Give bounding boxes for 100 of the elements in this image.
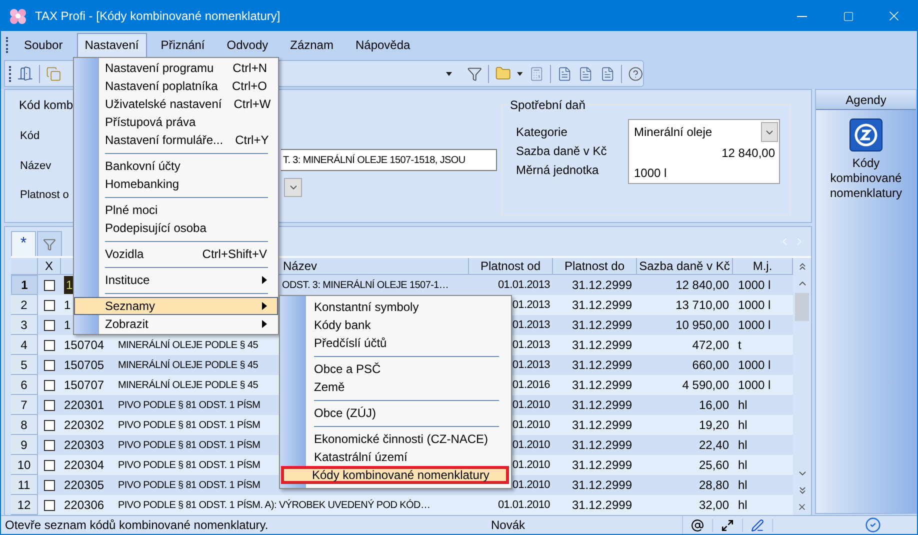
exit-icon[interactable] (17, 65, 34, 82)
submenu-arrow-icon (262, 302, 267, 310)
group-title: Kód komb (19, 97, 74, 114)
help-icon[interactable] (628, 66, 644, 82)
document-icon[interactable] (600, 66, 615, 82)
table-cell-text: 12 840,00 (676, 277, 729, 294)
field-label: Kód (20, 129, 40, 144)
menu-item[interactable]: Podepisující osoba (74, 219, 278, 237)
scrollbar-thumb[interactable] (795, 293, 809, 321)
row-number[interactable]: 8 (11, 415, 38, 435)
document-icon[interactable] (578, 66, 594, 82)
menu-item[interactable]: Ekonomické činnosti (CZ-NACE) (280, 430, 511, 448)
document-icon[interactable] (557, 66, 572, 82)
table-cell-text: MINERÁLNÍ OLEJE PODLE § 45 (118, 338, 258, 352)
scroll-top-icon[interactable] (796, 261, 808, 272)
row-checkbox[interactable] (44, 280, 55, 290)
grid-tab[interactable]: * (11, 231, 36, 256)
menu-item[interactable]: Zobrazit (74, 315, 278, 333)
row-checkbox[interactable] (44, 440, 55, 450)
dropdown-button[interactable] (284, 178, 302, 197)
row-number[interactable]: 10 (11, 455, 38, 475)
menu-item[interactable]: Přístupová práva (74, 113, 278, 131)
row-checkbox[interactable] (44, 360, 55, 370)
row-number[interactable]: 6 (11, 375, 38, 395)
close-icon[interactable] (797, 502, 807, 512)
row-number[interactable]: 11 (11, 475, 38, 495)
menu-bar-item[interactable]: Nastavení (76, 32, 147, 56)
menu-item[interactable]: Bankovní účty (74, 157, 278, 175)
table-cell-text: 01.01.2013 (498, 278, 550, 293)
row-checkbox[interactable] (44, 480, 55, 490)
folder-icon[interactable] (495, 65, 512, 82)
row-checkbox[interactable] (44, 400, 55, 410)
row-number[interactable]: 9 (11, 435, 38, 455)
row-number[interactable]: 4 (11, 335, 38, 355)
menu-item[interactable]: Nastavení poplatníka Ctrl+O (74, 77, 278, 95)
table-cell-text: 1000 l (738, 377, 771, 394)
table-cell-text: 4 590,00 (682, 377, 729, 394)
resize-arrows-icon[interactable] (721, 518, 734, 532)
table-cell-text: 25,60 (698, 457, 729, 474)
row-number[interactable]: 12 (11, 495, 38, 515)
filter-icon[interactable] (466, 66, 482, 82)
menu-item[interactable]: Uživatelské nastavení Ctrl+W (74, 95, 278, 113)
menu-bar-item[interactable]: Záznam (282, 32, 342, 56)
name-field[interactable]: T. 3: MINERÁLNÍ OLEJE 1507-1518, JSOU (281, 149, 497, 171)
menu-item[interactable]: Obce a PSČ (280, 360, 511, 378)
category-value: Minerální oleje (634, 124, 714, 141)
menu-item[interactable]: Země (280, 378, 511, 396)
table-cell-text: 220301 (64, 397, 104, 414)
menu-item[interactable]: Homebanking (74, 175, 278, 193)
table-cell-text: 31.12.2999 (572, 417, 632, 434)
row-number[interactable]: 2 (11, 295, 38, 315)
row-checkbox[interactable] (44, 300, 55, 310)
agenda-header: Agendy (816, 90, 916, 110)
table-cell-text: 150704 (64, 337, 104, 354)
rate-value: 12 840,00 (722, 144, 775, 162)
menu-item[interactable]: Konstantní symboly (280, 298, 511, 316)
menu-bar-item[interactable]: Přiznání (152, 32, 213, 56)
menu-item[interactable]: Obce (ZÚJ) (280, 404, 511, 422)
row-checkbox[interactable] (44, 420, 55, 430)
menu-item[interactable]: Katastrální území (280, 448, 511, 466)
dropdown-button[interactable] (761, 122, 778, 142)
row-number[interactable]: 7 (11, 395, 38, 415)
row-checkbox[interactable] (44, 340, 55, 350)
table-cell-text: 660,00 (692, 357, 729, 374)
menu-bar-item[interactable]: Odvody (218, 32, 276, 56)
agenda-label[interactable]: Kódy kombinované nomenklatury (816, 156, 916, 201)
row-checkbox[interactable] (44, 500, 55, 510)
at-sign-icon[interactable] (691, 518, 704, 532)
menu-item[interactable]: Kódy kombinované nomenklatury (281, 466, 509, 484)
check-circle-icon[interactable] (865, 517, 881, 533)
row-checkbox[interactable] (44, 380, 55, 390)
dropdown-arrow-icon[interactable] (517, 72, 523, 76)
table-cell-text: 22,40 (698, 437, 729, 454)
row-number[interactable]: 3 (11, 315, 38, 335)
scroll-bottom-icon[interactable] (796, 485, 808, 496)
menu-item[interactable]: Nastavení formuláře... Ctrl+Y (74, 131, 278, 149)
agenda-icon[interactable] (849, 118, 883, 152)
row-checkbox[interactable] (44, 320, 55, 330)
menu-item[interactable]: Seznamy (74, 297, 278, 315)
table-cell-text: 1000 l (738, 277, 771, 294)
menu-item[interactable]: Plné moci (74, 201, 278, 219)
table-cell-text: 32,00 (698, 497, 729, 514)
menu-item[interactable]: Nastavení programu Ctrl+N (74, 59, 278, 77)
table-cell-text: t (738, 337, 742, 354)
table-cell-text: 01.2013 (512, 318, 550, 333)
table-cell-text: hl (738, 417, 748, 434)
menu-item[interactable]: Kódy bank (280, 316, 511, 334)
table-cell-text: 220304 (64, 457, 104, 474)
row-number[interactable]: 1 (11, 275, 38, 295)
row-number[interactable]: 5 (11, 355, 38, 375)
table-cell-text: 31.12.2999 (572, 337, 632, 354)
menu-item[interactable]: Předčíslí účtů (280, 334, 511, 352)
menu-bar-item[interactable]: Soubor (16, 32, 71, 56)
row-checkbox[interactable] (44, 460, 55, 470)
grid-tab[interactable] (37, 231, 62, 256)
table-cell-text: ODST. 3: MINERÁLNÍ OLEJE 1507-1… (282, 278, 449, 292)
table-cell-text: 01.2010 (512, 418, 550, 433)
menu-bar-item[interactable]: Nápověda (347, 32, 418, 56)
table-cell-text: 1 (64, 297, 71, 314)
field-label: Název (20, 158, 52, 174)
